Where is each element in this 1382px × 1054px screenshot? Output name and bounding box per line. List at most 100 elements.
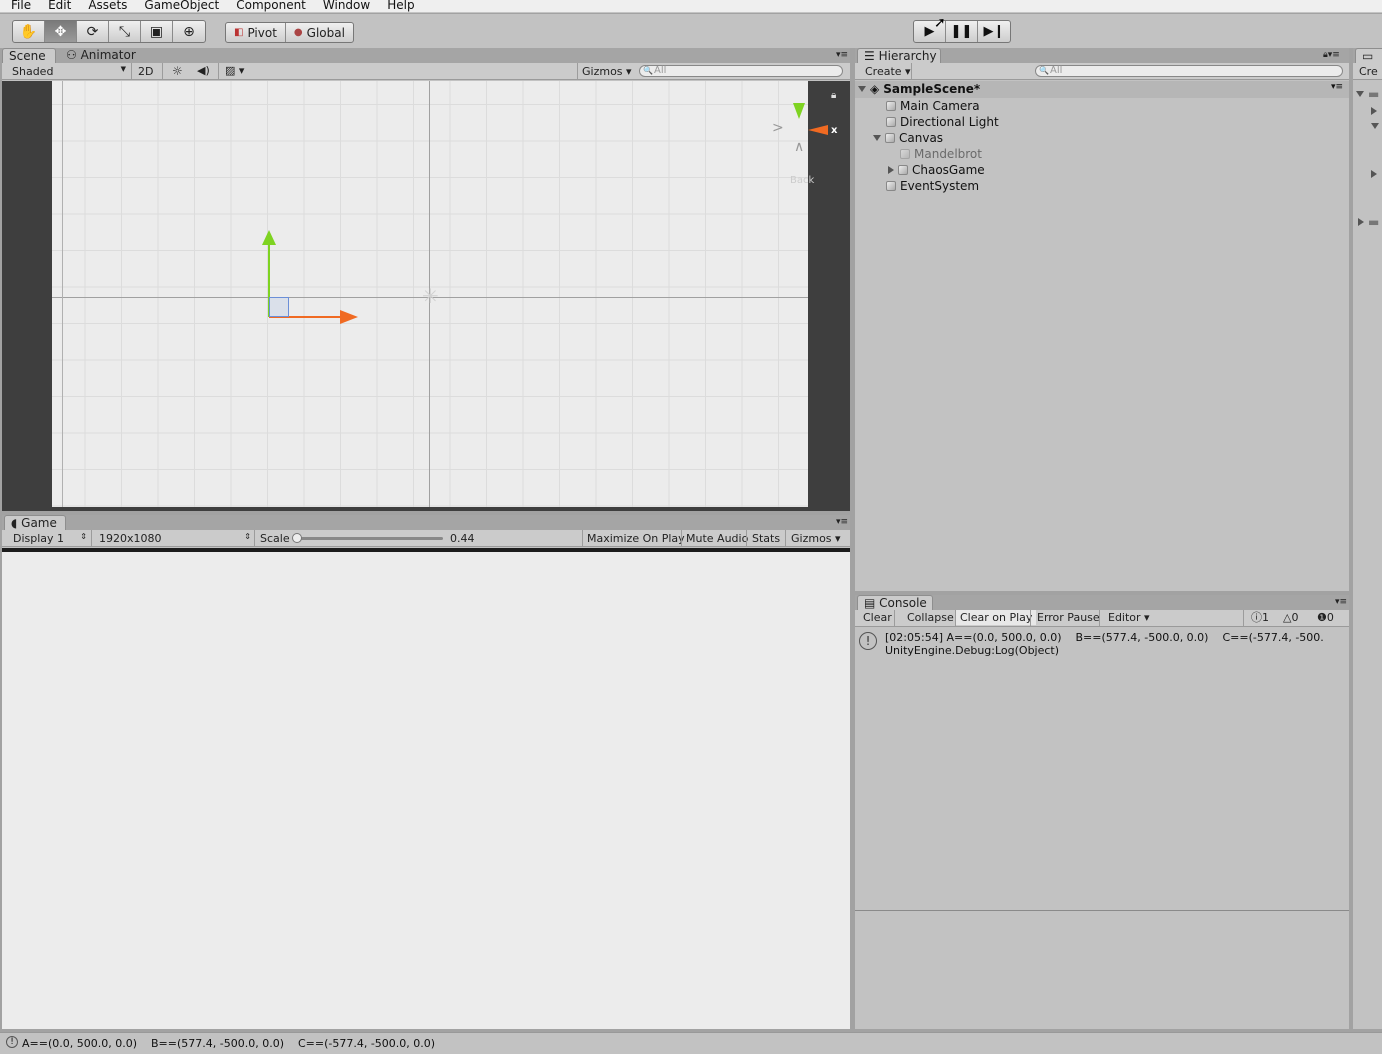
panel-lock-menu-icon[interactable]: 🔒︎▾≡ [1317,48,1346,64]
project-folder[interactable] [1371,103,1377,119]
create-dropdown[interactable]: Create ▾ [865,65,911,78]
expand-icon[interactable] [858,86,866,92]
gizmo-view-label: Back [790,175,815,186]
clear-on-play-toggle[interactable]: Clear on Play [956,610,1037,625]
expand-icon[interactable] [1356,91,1364,97]
menu-edit[interactable]: Edit [38,0,78,11]
console-splitter[interactable] [855,910,1349,911]
game-tab-row: ◖ Game ▾≡ [2,515,850,531]
list-item-chaosgame[interactable]: ChaosGame [888,162,985,178]
effects-icon[interactable]: ▨ ▾ [225,64,244,77]
collapse-icon[interactable] [1371,170,1377,178]
tab-animator[interactable]: ⚇ Animator [60,48,142,64]
warning-filter-toggle[interactable]: △0 [1279,610,1302,625]
tab-hierarchy[interactable]: ☰ Hierarchy [857,48,941,64]
collapse-button[interactable]: Collapse [903,610,958,625]
lock-icon[interactable]: 🔒︎ [831,90,836,101]
scale-slider-thumb[interactable] [292,533,302,543]
maximize-on-play-toggle[interactable]: Maximize On Play [587,532,685,545]
menu-gameobject[interactable]: GameObject [134,0,226,11]
gizmo-y-cone-icon[interactable] [793,103,805,119]
collapse-icon[interactable] [888,166,894,174]
gizmo-left-cone-icon[interactable]: > [772,120,784,136]
move-tool-icon[interactable]: ✥ [45,21,77,42]
list-item-mandelbrot[interactable]: Mandelbrot [900,146,982,162]
menu-window[interactable]: Window [313,0,377,11]
divider [254,530,255,546]
panel-menu-icon[interactable]: ▾≡ [830,48,854,64]
pivot-button[interactable]: ◧ Pivot [226,23,286,42]
list-item-main-camera[interactable]: Main Camera [886,98,980,114]
scene-row[interactable]: ◈ SampleScene* ▾≡ [855,81,1349,98]
scene-search-input[interactable]: All [639,65,843,77]
status-bar[interactable]: ! A==(0.0, 500.0, 0.0) B==(577.4, -500.0… [0,1032,1382,1054]
project-folder[interactable]: ▬ [1358,214,1379,230]
stats-toggle[interactable]: Stats [752,532,780,545]
mute-audio-toggle[interactable]: Mute Audio [686,532,748,545]
menu-assets[interactable]: Assets [78,0,134,11]
plane-handle[interactable] [269,297,289,317]
shading-mode-dropdown[interactable]: Shaded ▼ [12,65,128,78]
project-create-dropdown[interactable]: Cre [1359,65,1378,78]
info-filter-toggle[interactable]: ⓘ1 [1247,610,1273,625]
pause-icon: ❚❚ [950,24,973,39]
expand-icon[interactable] [1371,123,1379,129]
mode-2d-toggle[interactable]: 2D [138,65,153,78]
divider [577,63,578,79]
tab-console[interactable]: ▤ Console [857,595,933,611]
hierarchy-search-input[interactable]: All [1035,65,1343,77]
editor-dropdown[interactable]: Editor ▾ [1104,610,1154,625]
audio-icon[interactable]: ◀) [197,64,210,77]
game-gizmos-dropdown[interactable]: Gizmos ▾ [791,532,841,545]
collapse-icon[interactable] [1358,218,1364,226]
console-log-entry[interactable]: ! [02:05:54] A==(0.0, 500.0, 0.0) B==(57… [855,628,1349,660]
list-item-canvas[interactable]: Canvas [873,130,943,146]
global-button[interactable]: ● Global [286,23,353,42]
project-folder[interactable]: ▬ [1356,86,1379,102]
game-icon: ◖ [11,516,18,530]
error-pause-toggle[interactable]: Error Pause [1033,610,1104,625]
scene-menu-icon[interactable]: ▾≡ [1331,82,1343,92]
rect-tool-icon[interactable]: ▣ [141,21,173,42]
menu-help[interactable]: Help [377,0,421,11]
list-item-eventsystem[interactable]: EventSystem [886,178,979,194]
divider [1243,610,1244,626]
menu-component[interactable]: Component [226,0,313,11]
clear-button[interactable]: Clear [859,610,896,625]
gameobject-icon [886,101,896,111]
pause-button[interactable]: ❚❚ [946,21,978,42]
tab-project[interactable]: ▭ [1355,48,1382,64]
gizmo-down-cone-icon[interactable]: ∧ [794,139,804,155]
step-button[interactable]: ▶❙ [978,21,1010,42]
scene-viewport[interactable]: ✳ 🔒︎ x > ∧ Back [2,81,850,511]
scene-gizmos-dropdown[interactable]: Gizmos ▾ [582,65,632,78]
resolution-dropdown[interactable]: 1920x1080 ⇕ [99,532,251,545]
divider [911,63,912,79]
menu-file[interactable]: File [0,0,38,11]
lighting-icon[interactable]: ☼ [172,64,183,78]
tab-scene[interactable]: Scene [2,48,56,64]
panel-menu-icon[interactable]: ▾≡ [1329,595,1353,611]
panel-menu-icon[interactable]: ▾≡ [830,515,854,531]
list-item-directional-light[interactable]: Directional Light [886,114,999,130]
divider [746,530,747,546]
expand-icon[interactable] [873,135,881,141]
scale-tool-icon[interactable]: ⤡ [109,21,141,42]
collapse-icon[interactable] [1371,107,1377,115]
globe-icon: ● [293,27,303,38]
y-arrow-icon[interactable] [262,230,276,245]
scale-slider-track[interactable] [296,537,443,540]
game-view[interactable] [2,552,850,1029]
tab-game[interactable]: ◖ Game [4,515,66,531]
error-filter-toggle[interactable]: ❶0 [1313,610,1338,625]
display-dropdown[interactable]: Display 1 ⇕ [13,532,87,545]
gizmo-x-cone-icon[interactable] [808,125,828,135]
hand-tool-icon[interactable]: ✋ [13,21,45,42]
light-icon: ✳ [422,284,439,308]
project-folder[interactable] [1371,118,1379,134]
x-arrow-icon[interactable] [340,310,358,324]
project-folder[interactable] [1371,166,1377,182]
rotate-tool-icon[interactable]: ⟳ [77,21,109,42]
transform-tool-icon[interactable]: ⊕ [173,21,205,42]
divider [131,63,132,79]
